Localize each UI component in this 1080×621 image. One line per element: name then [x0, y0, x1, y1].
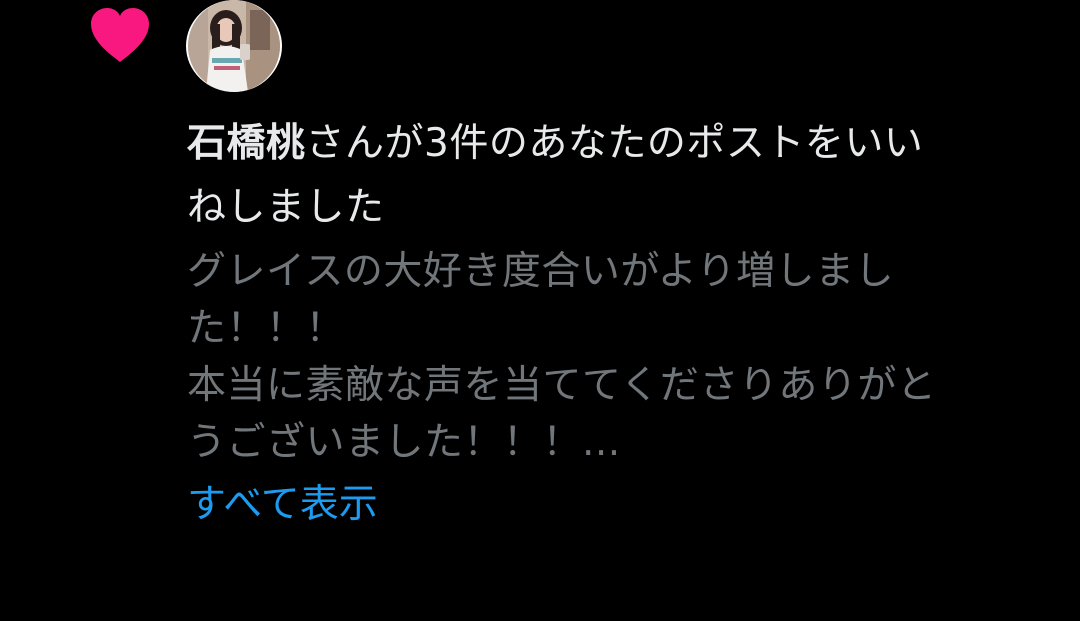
- avatar-image: [188, 0, 280, 92]
- like-notification[interactable]: 石橋桃さんが3件のあなたのポストをいいねしました グレイスの大好き度合いがより増…: [0, 0, 1080, 621]
- post-text-line: うございました！！！...: [187, 420, 621, 465]
- user-name[interactable]: 石橋桃: [187, 121, 306, 166]
- post-text-line: 本当に素敵な声を当ててくださりありがと: [187, 363, 937, 408]
- notification-headline: 石橋桃さんが3件のあなたのポストをいいねしました: [187, 112, 1047, 240]
- notification-content: 石橋桃さんが3件のあなたのポストをいいねしました グレイスの大好き度合いがより増…: [187, 112, 1047, 537]
- avatar[interactable]: [186, 0, 282, 92]
- post-text[interactable]: グレイスの大好き度合いがより増しまし た！！！ 本当に素敵な声を当ててくださりあ…: [187, 243, 1047, 471]
- headline-text-line2: ねしました: [187, 185, 385, 230]
- post-text-line: た！！！: [187, 306, 346, 351]
- show-all-link[interactable]: すべて表示: [187, 473, 378, 537]
- heart-icon: [91, 8, 149, 62]
- headline-text: さんが3件のあなたのポストをいい: [305, 121, 924, 166]
- post-text-line: グレイスの大好き度合いがより増しまし: [187, 249, 895, 294]
